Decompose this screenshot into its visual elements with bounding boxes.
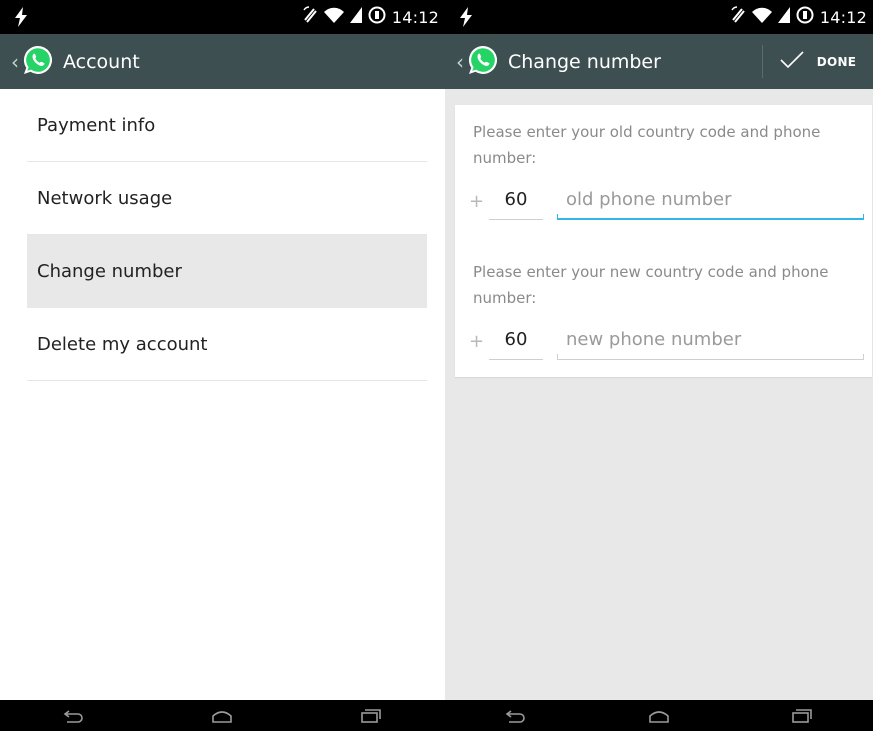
wifi-icon [323,7,344,27]
status-bar: 14:12 [445,0,873,34]
menu-item-network-usage[interactable]: Network usage [27,162,427,235]
action-bar: ‹ Change number DONE [445,34,873,89]
signal-icon [349,7,362,27]
home-icon[interactable] [211,709,233,723]
status-bar: 14:12 [0,0,445,34]
old-number-row: + 60 old phone number [469,185,869,221]
menu-item-label: Delete my account [37,333,208,355]
back-icon[interactable] [505,709,527,723]
whatsapp-logo-icon[interactable] [466,43,508,81]
battery-icon [368,6,386,28]
lightning-icon [14,7,28,31]
new-number-row: + 60 new phone number [469,325,869,361]
battery-icon [796,6,814,28]
done-button[interactable]: DONE [762,34,873,89]
navigation-bar [0,700,445,731]
whatsapp-logo-icon[interactable] [21,43,63,81]
phone-number-underline [557,359,864,360]
checkmark-icon [779,50,805,74]
new-phone-number-input[interactable]: new phone number [557,325,862,355]
menu-item-change-number[interactable]: Change number [27,235,427,308]
underline-tick [557,214,558,220]
underline-tick [863,214,864,220]
lightning-icon [459,7,473,31]
menu-item-label: Payment info [37,114,156,136]
back-caret-icon[interactable]: ‹ [456,52,464,72]
page-title: Change number [508,50,661,73]
back-icon[interactable] [63,709,85,723]
back-caret-icon[interactable]: ‹ [11,52,19,72]
status-time: 14:12 [819,7,867,27]
plus-sign: + [469,191,485,212]
rotation-icon [730,6,746,28]
signal-icon [777,7,790,27]
country-code-underline [489,359,543,360]
menu-item-payment-info[interactable]: Payment info [27,89,427,162]
menu-item-label: Change number [37,260,182,282]
recents-icon[interactable] [791,708,813,723]
menu-item-label: Network usage [37,187,173,209]
old-country-code-input[interactable]: 60 [489,185,543,215]
change-number-form: Please enter your old country code and p… [455,105,872,377]
account-menu-list: Payment info Network usage Change number… [27,89,427,381]
home-icon[interactable] [648,709,670,723]
old-phone-number-input[interactable]: old phone number [557,185,862,215]
old-number-prompt: Please enter your old country code and p… [473,123,821,167]
phone-number-underline-focused [557,218,864,220]
plus-sign: + [469,331,485,352]
menu-item-delete-account[interactable]: Delete my account [27,308,427,381]
page-title: Account [63,50,140,73]
done-label: DONE [816,54,857,69]
status-time: 14:12 [391,7,439,27]
change-number-screen: 14:12 ‹ Change number DONE Please enter … [445,0,873,731]
rotation-icon [302,6,318,28]
navigation-bar [445,700,873,731]
action-divider [762,45,763,78]
new-number-prompt: Please enter your new country code and p… [473,263,829,307]
recents-icon[interactable] [360,708,382,723]
wifi-icon [751,7,772,27]
underline-tick [863,354,864,360]
account-screen: 14:12 ‹ Account Payment info Network usa… [0,0,445,731]
country-code-underline [489,219,543,220]
new-country-code-input[interactable]: 60 [489,325,543,355]
underline-tick [557,354,558,360]
action-bar: ‹ Account [0,34,445,89]
